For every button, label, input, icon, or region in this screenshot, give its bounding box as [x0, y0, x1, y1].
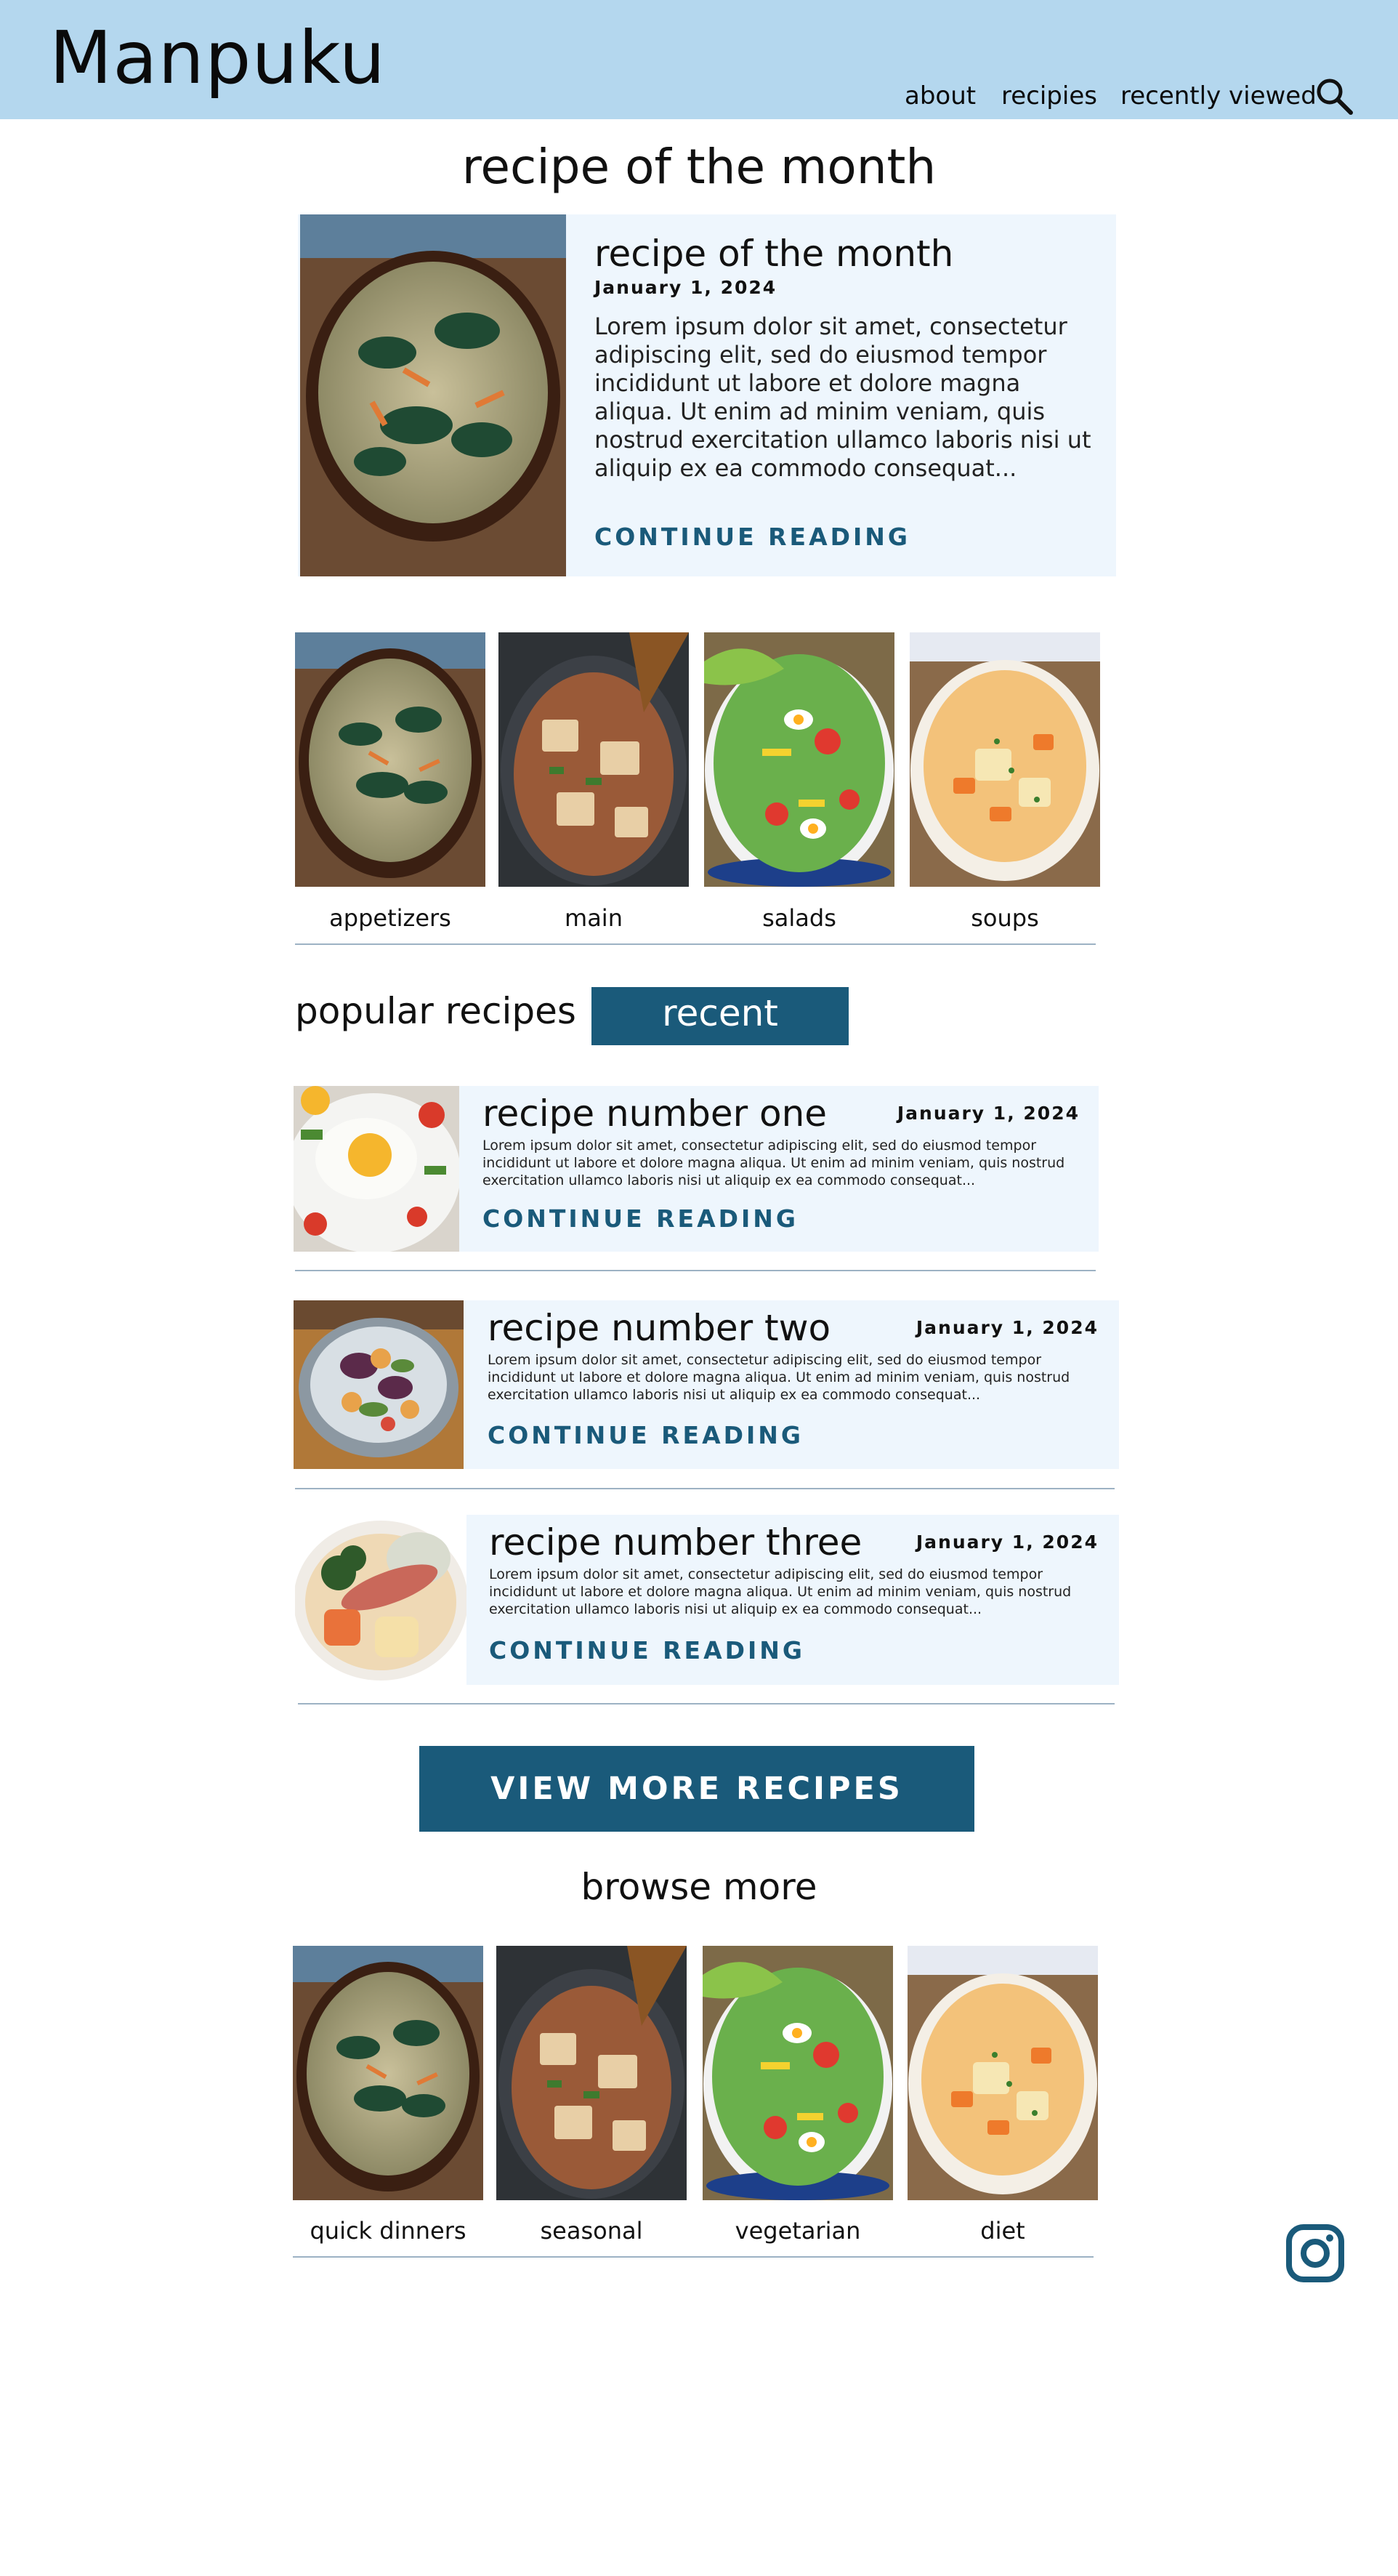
featured-recipe-image[interactable]: [300, 214, 566, 576]
browse-quick-dinners-label[interactable]: quick dinners: [293, 2215, 483, 2246]
recipe-3-title[interactable]: recipe number three: [489, 1521, 862, 1564]
recipe-1-title[interactable]: recipe number one: [482, 1092, 827, 1135]
nav-about[interactable]: about: [905, 80, 976, 112]
recipe-3-date: January 1, 2024: [916, 1531, 1099, 1553]
browse-quick-dinners-image[interactable]: [293, 1946, 483, 2200]
nav-recently-viewed[interactable]: recently viewed: [1120, 80, 1317, 112]
category-appetizers-image[interactable]: [295, 632, 485, 887]
category-salads-image[interactable]: [704, 632, 894, 887]
recipe-1-date: January 1, 2024: [897, 1103, 1080, 1124]
recipe-2-image[interactable]: [294, 1300, 464, 1469]
category-appetizers-label[interactable]: appetizers: [295, 903, 485, 933]
tab-recent-recipes[interactable]: recent recipes: [591, 987, 849, 1087]
featured-continue-reading-link[interactable]: CONTINUE READING: [594, 522, 910, 552]
featured-recipe-excerpt: Lorem ipsum dolor sit amet, consectetur …: [594, 313, 1091, 482]
category-main-image[interactable]: [498, 632, 689, 887]
category-soups-image[interactable]: [910, 632, 1100, 887]
recipe-2-excerpt: Lorem ipsum dolor sit amet, consectetur …: [488, 1352, 1070, 1403]
recipe-3-excerpt: Lorem ipsum dolor sit amet, consectetur …: [489, 1566, 1072, 1617]
recipe-2-title[interactable]: recipe number two: [488, 1306, 831, 1350]
featured-recipe-title[interactable]: recipe of the month: [594, 231, 953, 276]
divider: [295, 1488, 1115, 1489]
category-main-label[interactable]: main: [498, 903, 689, 933]
recipe-2-continue-reading-link[interactable]: CONTINUE READING: [488, 1420, 804, 1451]
browse-diet-label[interactable]: diet: [908, 2215, 1098, 2246]
recipe-1-image[interactable]: [294, 1086, 459, 1252]
category-soups-label[interactable]: soups: [910, 903, 1100, 933]
recipe-3-image[interactable]: [295, 1515, 466, 1685]
featured-recipe-date: January 1, 2024: [594, 277, 777, 298]
divider: [298, 1703, 1115, 1704]
site-logo[interactable]: Manpuku: [49, 15, 386, 102]
search-icon[interactable]: [1314, 76, 1354, 116]
browse-more-title: browse more: [581, 1866, 817, 1908]
browse-vegetarian-image[interactable]: [703, 1946, 893, 2200]
browse-seasonal-label[interactable]: seasonal: [496, 2215, 687, 2246]
nav-recipes[interactable]: recipies: [1001, 80, 1097, 112]
divider: [295, 943, 1096, 945]
recipe-1-continue-reading-link[interactable]: CONTINUE READING: [482, 1204, 799, 1234]
recipe-1-excerpt: Lorem ipsum dolor sit amet, consectetur …: [482, 1138, 1065, 1188]
view-more-recipes-button[interactable]: VIEW MORE RECIPES: [419, 1746, 974, 1832]
category-salads-label[interactable]: salads: [704, 903, 894, 933]
divider: [295, 1270, 1096, 1271]
page-title: recipe of the month: [461, 139, 937, 195]
instagram-icon[interactable]: [1286, 2224, 1344, 2282]
divider: [293, 2256, 1094, 2258]
recipe-3-continue-reading-link[interactable]: CONTINUE READING: [489, 1635, 805, 1666]
tab-popular-recipes[interactable]: popular recipes: [295, 987, 576, 1035]
recipe-2-date: January 1, 2024: [916, 1317, 1099, 1338]
browse-diet-image[interactable]: [908, 1946, 1098, 2200]
browse-vegetarian-label[interactable]: vegetarian: [703, 2215, 893, 2246]
browse-seasonal-image[interactable]: [496, 1946, 687, 2200]
